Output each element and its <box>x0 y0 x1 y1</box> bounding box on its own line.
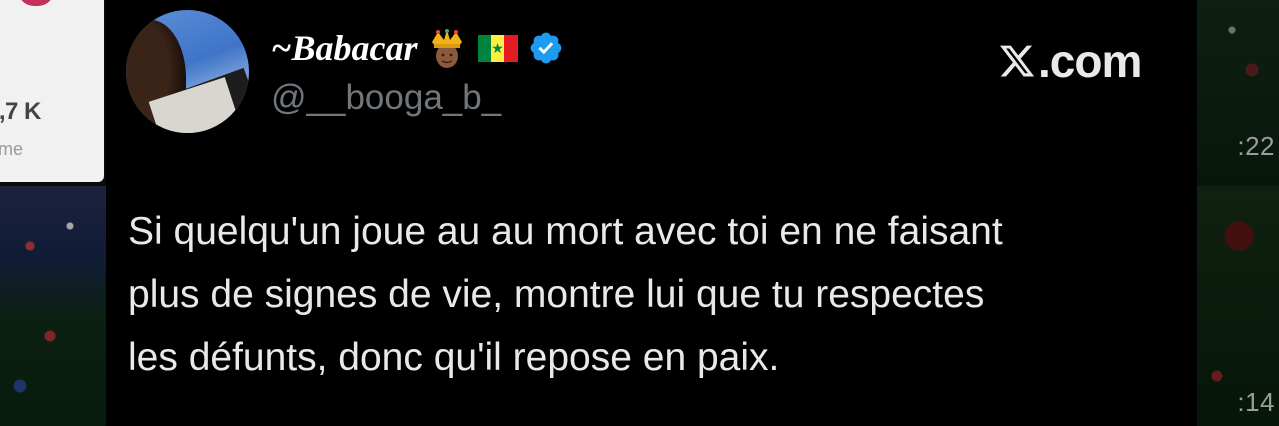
avatar[interactable] <box>126 10 249 133</box>
x-logo-icon <box>999 45 1035 77</box>
tweet-body-line: les défunts, donc qu'il repose en paix. <box>128 336 780 379</box>
author-name-row: ~Babacar ★ <box>271 26 564 70</box>
video-duration-top: :22 <box>1237 131 1275 161</box>
source-logo-text: .com <box>1038 35 1142 87</box>
tweet-card: ~Babacar ★ @__booga_b_ .com Si quelqu'un… <box>106 0 1197 426</box>
tweet-body-line: Si quelqu'un joue au au mort avec toi en… <box>128 210 1003 253</box>
author-display-name[interactable]: ~Babacar <box>271 27 418 69</box>
senegal-flag-icon: ★ <box>477 34 518 62</box>
like-count: 3,7 K <box>0 98 41 125</box>
like-label: aime <box>0 139 24 159</box>
author-handle[interactable]: @__booga_b_ <box>271 78 501 118</box>
video-duration-bottom: :14 <box>1237 387 1275 417</box>
source-logo: .com <box>998 35 1142 87</box>
background-left-panel: 3,7 K aime <box>0 0 106 426</box>
heart-icon <box>18 0 54 6</box>
background-football-photo <box>0 186 106 426</box>
background-right-panel: :22 :14 <box>1197 0 1279 426</box>
background-like-card: 3,7 K aime <box>0 0 104 182</box>
crown-emoji-icon <box>431 29 462 68</box>
tweet-body-line: plus de signes de vie, montre lui que tu… <box>128 273 985 316</box>
verified-badge-icon[interactable] <box>528 30 564 66</box>
tweet-body: Si quelqu'un joue au au mort avec toi en… <box>128 200 1178 389</box>
